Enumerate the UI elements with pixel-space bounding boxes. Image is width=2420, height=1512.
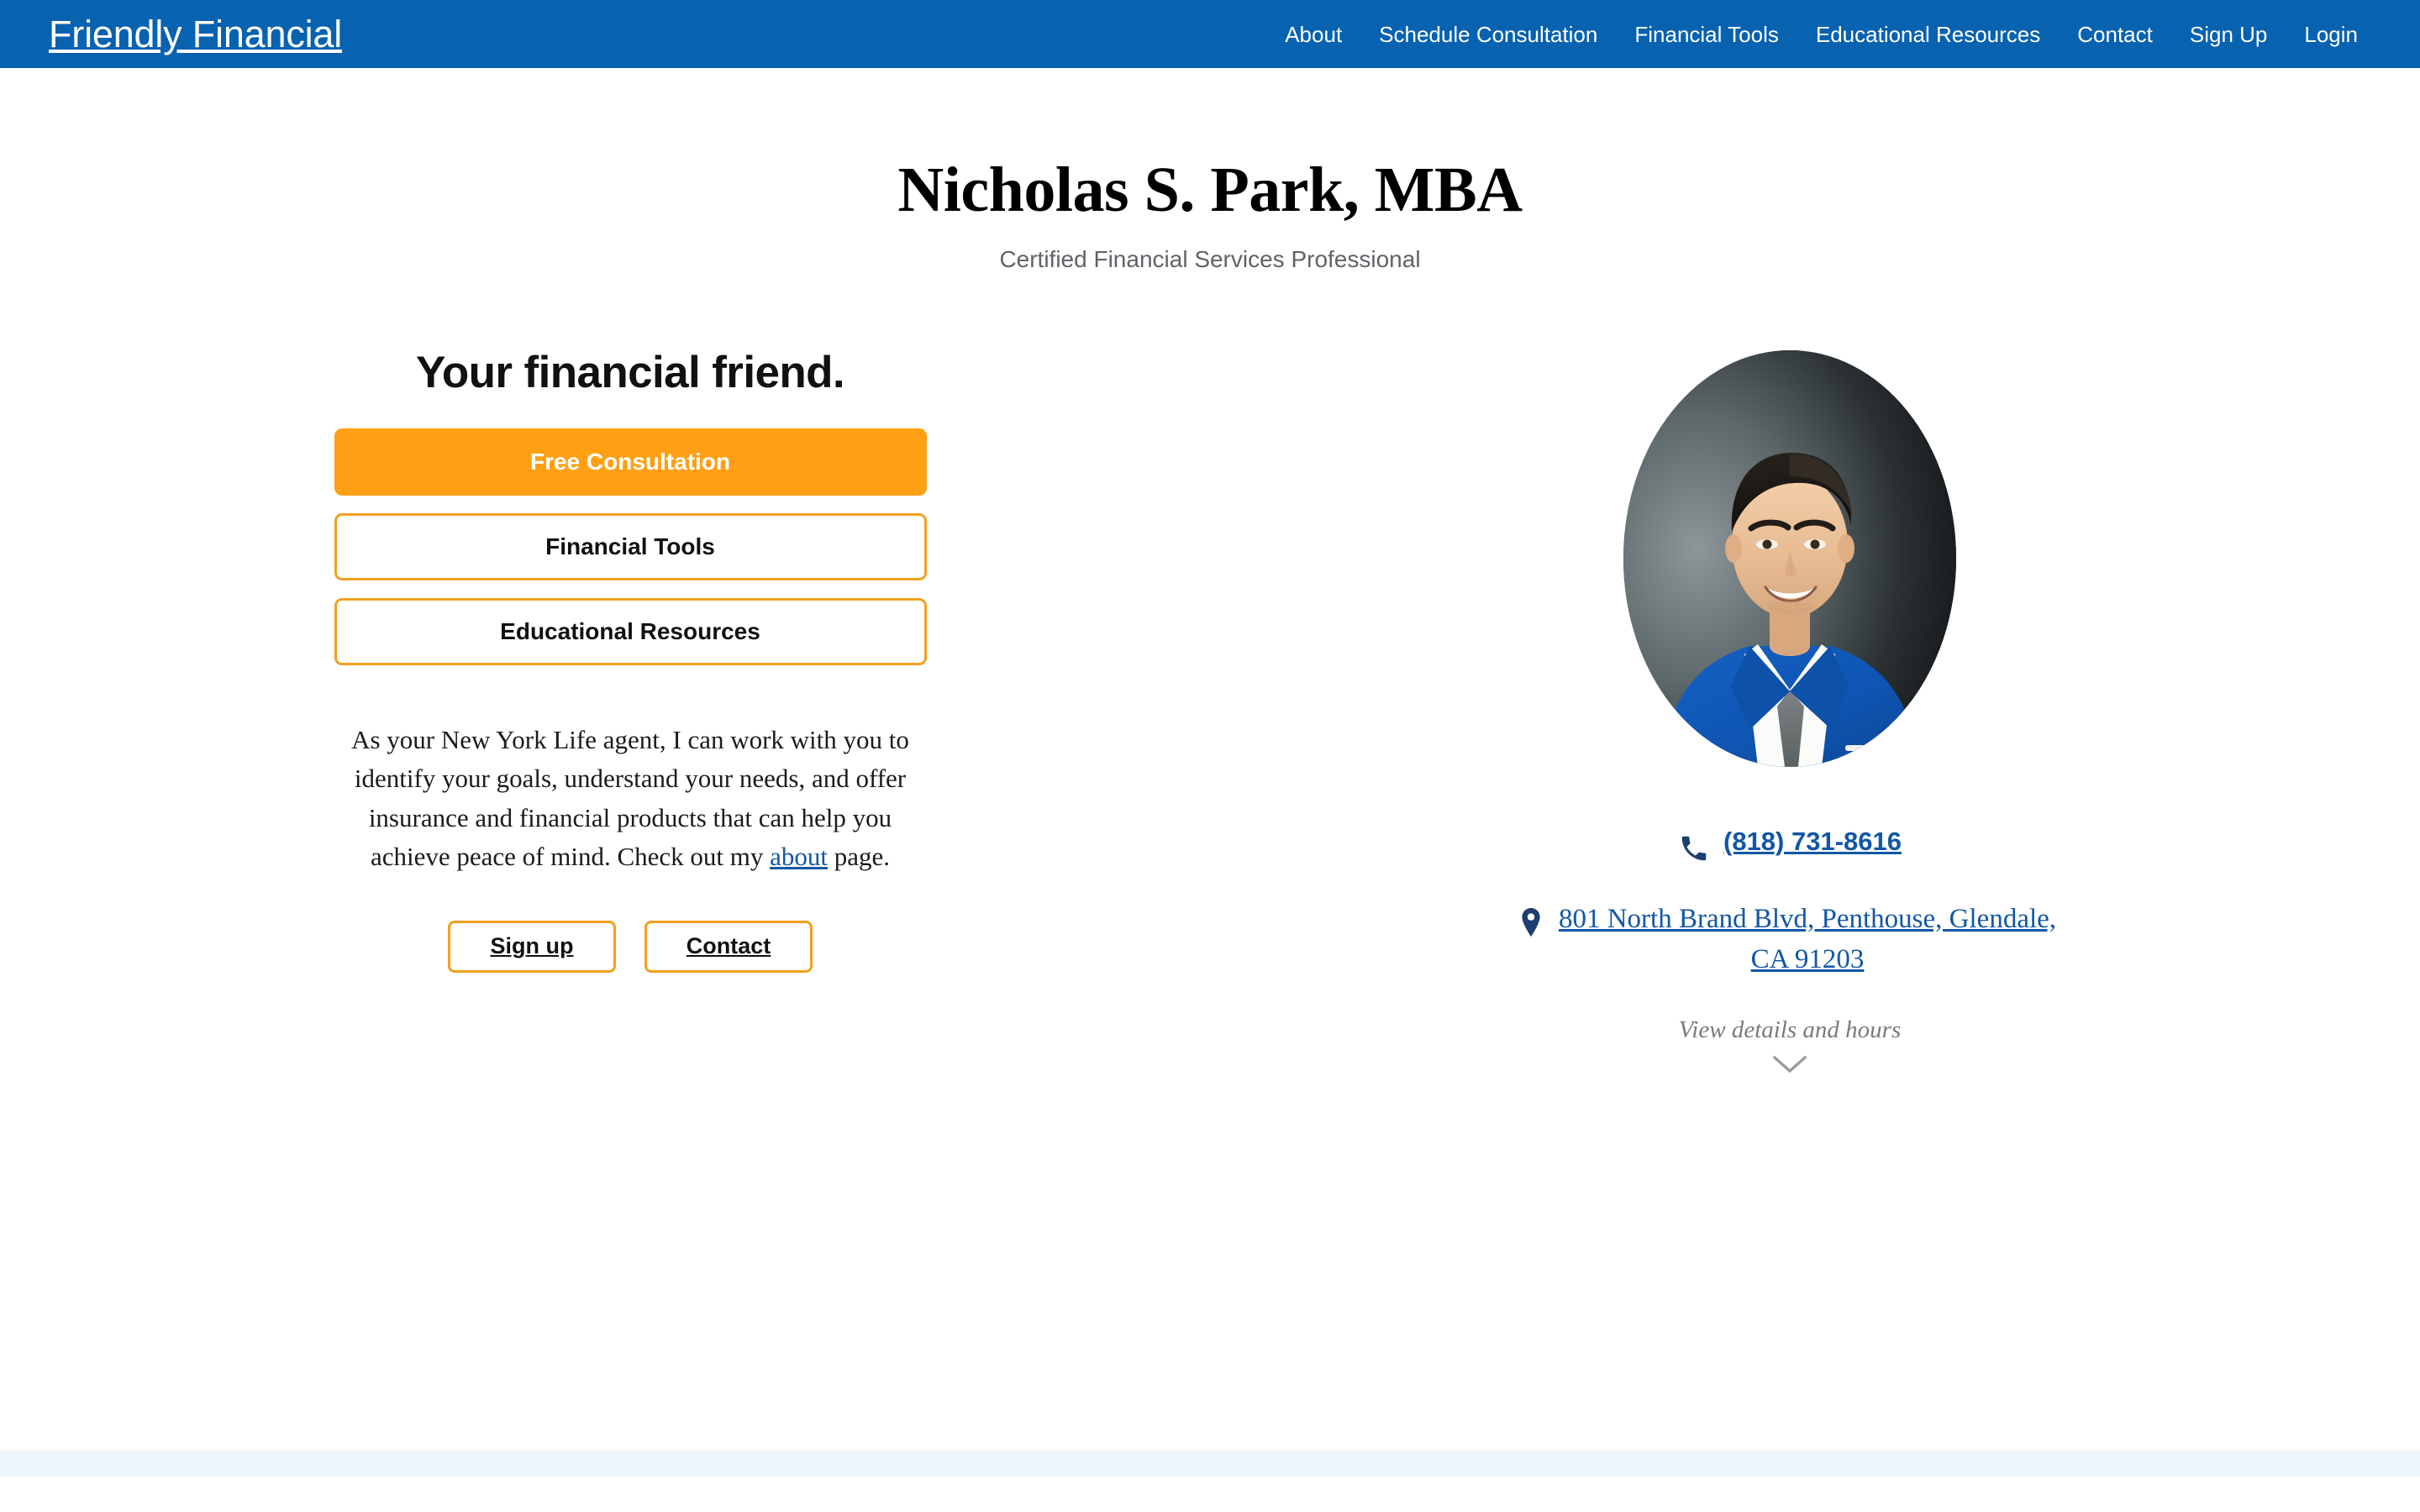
phone-icon (1678, 832, 1710, 864)
agent-subtitle: Certified Financial Services Professiona… (999, 245, 1421, 272)
bottom-accent-band (0, 1451, 2420, 1477)
contact-button[interactable]: Contact (644, 920, 813, 973)
agent-blurb-paragraph: As your New York Life agent, I can work … (328, 721, 933, 877)
about-page-link[interactable]: about (770, 842, 828, 871)
educational-resources-button[interactable]: Educational Resources (334, 597, 927, 665)
address-row: 801 North Brand Blvd, Penthouse, Glendal… (1520, 900, 2060, 980)
main-content: Your financial friend. Free Consultation… (0, 347, 2420, 1075)
cta-button-stack: Free Consultation Financial Tools Educat… (334, 428, 927, 665)
chevron-down-icon[interactable] (1772, 1054, 1807, 1074)
phone-row: (818) 731-8616 (1678, 826, 1902, 864)
nav-item-sign-up[interactable]: Sign Up (2171, 24, 2286, 45)
map-pin-icon (1520, 907, 1542, 937)
office-address-link[interactable]: 801 North Brand Blvd, Penthouse, Glendal… (1555, 900, 2060, 980)
view-details-and-hours-label[interactable]: View details and hours (1679, 1016, 1901, 1044)
top-navigation-bar: Friendly Financial About Schedule Consul… (0, 0, 2420, 68)
portrait-illustration (1623, 349, 1956, 767)
agent-name-heading: Nicholas S. Park, MBA (897, 155, 1523, 225)
nav-item-financial-tools[interactable]: Financial Tools (1616, 24, 1797, 45)
tagline-heading: Your financial friend. (416, 347, 845, 397)
financial-tools-button[interactable]: Financial Tools (334, 512, 927, 580)
page-header: Nicholas S. Park, MBA Certified Financia… (0, 68, 2420, 273)
free-consultation-button[interactable]: Free Consultation (334, 428, 927, 496)
contact-details-block: (818) 731-8616 801 North Brand Blvd, Pen… (1210, 826, 2370, 1075)
left-column: Your financial friend. Free Consultation… (50, 347, 1210, 1075)
nav-item-login[interactable]: Login (2286, 24, 2376, 45)
nav-item-about[interactable]: About (1266, 24, 1360, 45)
sign-up-button[interactable]: Sign up (448, 920, 616, 973)
nav-item-contact[interactable]: Contact (2059, 24, 2171, 45)
nav-item-schedule-consultation[interactable]: Schedule Consultation (1360, 24, 1616, 45)
site-logo-friendly-financial[interactable]: Friendly Financial (49, 15, 342, 53)
nav-links-group: About Schedule Consultation Financial To… (1266, 24, 2376, 45)
secondary-button-row: Sign up Contact (448, 920, 813, 973)
phone-number-link[interactable]: (818) 731-8616 (1723, 826, 1902, 858)
right-column: (818) 731-8616 801 North Brand Blvd, Pen… (1210, 347, 2370, 1075)
agent-portrait-photo (1623, 349, 1956, 767)
blurb-text-after-link: page. (828, 842, 891, 872)
nav-item-educational-resources[interactable]: Educational Resources (1797, 24, 2059, 45)
